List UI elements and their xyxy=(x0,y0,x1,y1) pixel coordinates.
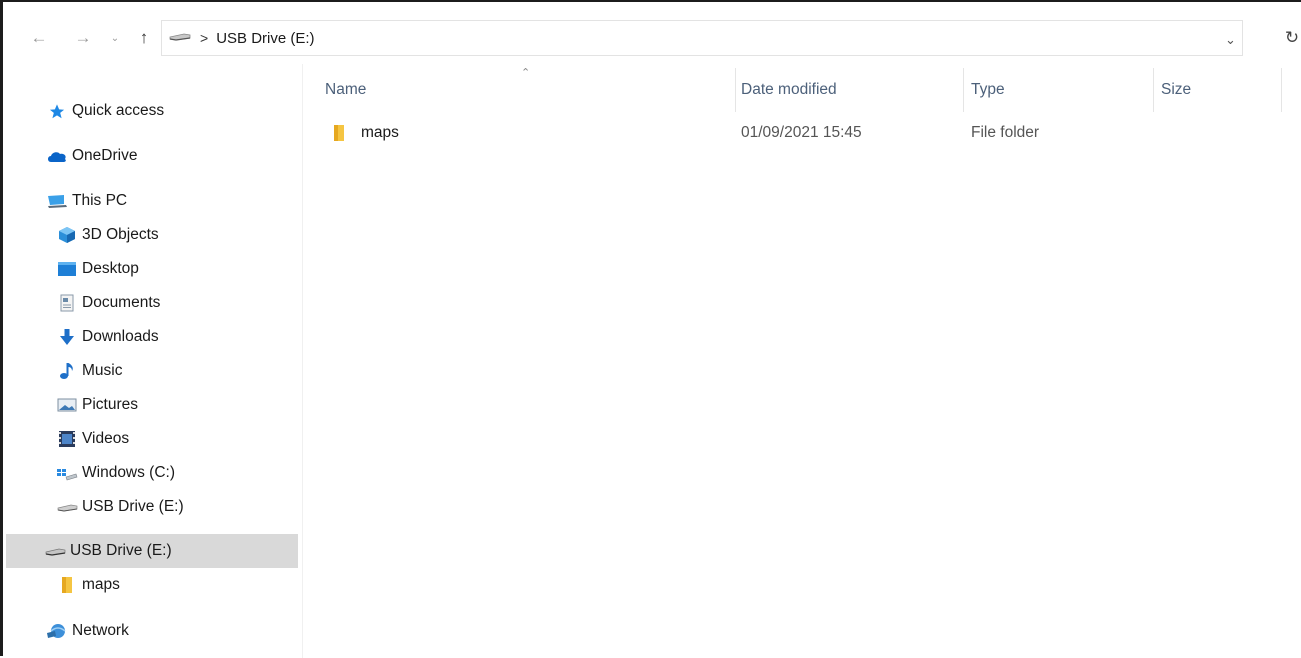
desktop-icon xyxy=(56,260,78,278)
column-divider[interactable] xyxy=(963,68,964,112)
sidebar-item-usb-drive-root[interactable]: USB Drive (E:) xyxy=(6,534,298,568)
sidebar-item-desktop[interactable]: Desktop xyxy=(6,252,348,286)
arrow-right-icon: → xyxy=(74,28,92,47)
column-divider[interactable] xyxy=(735,68,736,112)
sidebar-item-label: OneDrive xyxy=(72,147,138,164)
sidebar-item-downloads[interactable]: Downloads xyxy=(6,320,348,354)
sidebar-item-label: Music xyxy=(82,362,123,379)
sidebar-item-this-pc[interactable]: This PC xyxy=(6,184,338,218)
sidebar-item-usb-drive[interactable]: USB Drive (E:) xyxy=(6,490,348,524)
pictures-icon xyxy=(56,396,78,414)
sidebar-item-label: USB Drive (E:) xyxy=(82,498,184,515)
sidebar-item-label: This PC xyxy=(72,192,128,209)
column-header-name[interactable]: Name xyxy=(325,68,735,112)
column-divider[interactable] xyxy=(1281,68,1282,112)
address-dropdown-button[interactable]: ⌄ xyxy=(1225,32,1236,48)
navigation-pane: Quick access OneDrive This PC 3D Objects… xyxy=(6,64,302,658)
recent-locations-button[interactable]: ⌄ xyxy=(107,25,123,51)
chevron-down-icon: ⌄ xyxy=(110,32,120,44)
sidebar-item-label: Downloads xyxy=(82,328,159,345)
videos-icon xyxy=(56,430,78,448)
refresh-icon: ↻ xyxy=(1284,28,1300,47)
column-header-type[interactable]: Type xyxy=(971,68,1151,112)
sidebar-item-documents[interactable]: Documents xyxy=(6,286,348,320)
arrow-left-icon: ← xyxy=(30,28,48,47)
refresh-button[interactable]: ↻ xyxy=(1281,24,1301,52)
sidebar-item-label: Videos xyxy=(82,430,130,447)
network-icon xyxy=(46,622,68,640)
breadcrumb-separator: > xyxy=(200,30,209,46)
sidebar-item-windows-c[interactable]: Windows (C:) xyxy=(6,456,348,490)
sidebar-item-maps[interactable]: maps xyxy=(6,568,348,602)
explorer-window: ← → ⌄ ↑ > USB Drive (E:) ⌄ ↻ Quick acces… xyxy=(0,0,1301,658)
sidebar-item-videos[interactable]: Videos xyxy=(6,422,348,456)
chevron-down-icon: ⌄ xyxy=(1225,32,1236,47)
back-button[interactable]: ← xyxy=(27,25,51,51)
arrow-up-icon: ↑ xyxy=(139,28,149,47)
sidebar-item-label: 3D Objects xyxy=(82,226,159,243)
file-date-cell: 01/09/2021 15:45 xyxy=(741,124,862,141)
column-header-label: Name xyxy=(325,81,367,98)
usb-drive-icon xyxy=(44,542,66,560)
file-name: maps xyxy=(361,124,399,141)
usb-drive-icon xyxy=(168,29,192,47)
file-type-cell: File folder xyxy=(971,124,1040,141)
column-header-date[interactable]: Date modified xyxy=(741,68,961,112)
sidebar-item-label: USB Drive (E:) xyxy=(70,542,172,559)
sidebar-item-quick-access[interactable]: Quick access xyxy=(6,94,338,128)
folder-icon xyxy=(56,576,78,594)
computer-icon xyxy=(46,192,68,210)
address-bar[interactable]: > USB Drive (E:) xyxy=(161,20,1243,56)
column-divider[interactable] xyxy=(1153,68,1154,112)
sidebar-item-label: Pictures xyxy=(82,396,138,413)
windows-drive-icon xyxy=(56,464,78,482)
download-icon xyxy=(56,328,78,346)
sidebar-item-network[interactable]: Network xyxy=(6,614,338,648)
sidebar-item-label: Quick access xyxy=(72,102,165,119)
up-button[interactable]: ↑ xyxy=(133,25,155,51)
forward-button[interactable]: → xyxy=(71,25,95,51)
folder-icon xyxy=(331,124,347,142)
cloud-icon xyxy=(46,147,68,165)
sidebar-item-music[interactable]: Music xyxy=(6,354,348,388)
usb-drive-icon xyxy=(56,498,78,516)
column-header-size[interactable]: Size xyxy=(1161,68,1279,112)
sidebar-item-label: Documents xyxy=(82,294,161,311)
address-bar-row: ← → ⌄ ↑ > USB Drive (E:) ⌄ ↻ xyxy=(3,12,1301,64)
pane-divider[interactable] xyxy=(302,64,303,658)
file-name-cell: maps xyxy=(331,118,399,148)
sidebar-item-label: Windows (C:) xyxy=(82,464,176,481)
sidebar-item-label: Network xyxy=(72,622,129,639)
sidebar-item-label: maps xyxy=(82,576,120,593)
column-header-label: Type xyxy=(971,81,1005,98)
star-icon xyxy=(46,102,68,120)
file-row[interactable]: maps 01/09/2021 15:45 File folder xyxy=(321,118,1281,148)
document-icon xyxy=(56,294,78,312)
music-icon xyxy=(56,362,78,380)
sidebar-item-onedrive[interactable]: OneDrive xyxy=(6,139,338,173)
breadcrumb-current[interactable]: USB Drive (E:) xyxy=(216,30,314,47)
column-header-label: Date modified xyxy=(741,81,837,98)
cube-icon xyxy=(56,226,78,244)
sidebar-item-3d-objects[interactable]: 3D Objects xyxy=(6,218,348,252)
column-header-label: Size xyxy=(1161,81,1192,98)
sidebar-item-pictures[interactable]: Pictures xyxy=(6,388,348,422)
sidebar-item-label: Desktop xyxy=(82,260,139,277)
